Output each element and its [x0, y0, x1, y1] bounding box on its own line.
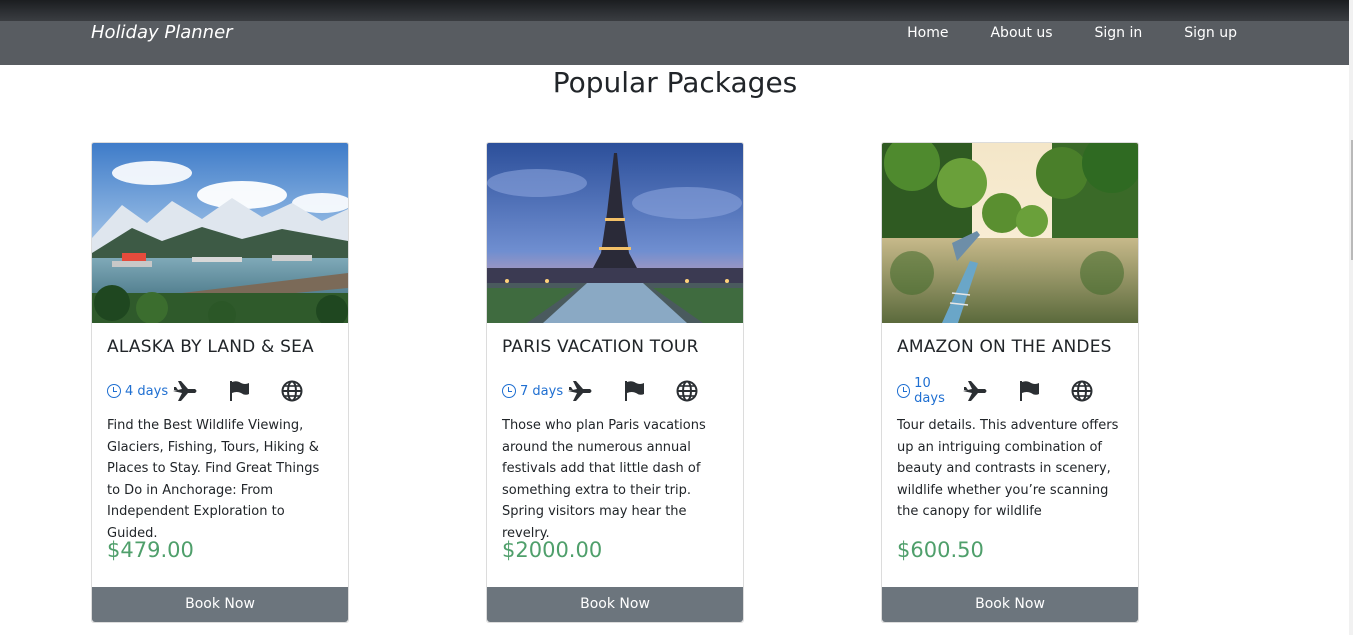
- package-card-paris: PARIS VACATION TOUR 7 days Those who pla…: [486, 142, 744, 623]
- nav-link-sign-up[interactable]: Sign up: [1163, 25, 1237, 41]
- paris-image: [487, 143, 743, 323]
- flag-icon: [228, 379, 251, 403]
- nav-link-sign-in[interactable]: Sign in: [1074, 25, 1164, 41]
- duration: 4 days: [107, 384, 172, 399]
- flag-icon: [1018, 379, 1041, 403]
- duration-text: 7 days: [520, 383, 564, 399]
- card-description: Tour details. This adventure offers up a…: [897, 418, 1119, 519]
- book-now-button[interactable]: Book Now: [487, 587, 743, 622]
- duration-text: 4 days: [125, 383, 169, 399]
- book-now-button[interactable]: Book Now: [92, 587, 348, 622]
- duration-text: 10 days: [914, 376, 945, 406]
- amazon-image: [882, 143, 1138, 323]
- card-meta: 10 days: [897, 376, 1123, 406]
- card-meta: 7 days: [502, 379, 728, 403]
- card-price: $479.00: [107, 538, 194, 562]
- package-card-amazon: AMAZON ON THE ANDES 10 days Tour details…: [881, 142, 1139, 623]
- card-title: PARIS VACATION TOUR: [502, 337, 699, 357]
- brand-logo[interactable]: Holiday Planner: [91, 22, 233, 43]
- alaska-image: [92, 143, 348, 323]
- globe-icon: [1070, 379, 1093, 403]
- nav-link-about-us[interactable]: About us: [969, 25, 1073, 41]
- clock-icon: [502, 384, 516, 398]
- card-title: ALASKA BY LAND & SEA: [107, 337, 314, 357]
- clock-icon: [897, 384, 911, 398]
- globe-icon: [280, 379, 303, 403]
- plane-icon: [567, 379, 593, 403]
- plane-icon: [172, 379, 198, 403]
- globe-icon: [675, 379, 698, 403]
- card-title: AMAZON ON THE ANDES: [897, 337, 1112, 357]
- card-description: Find the Best Wildlife Viewing, Glaciers…: [107, 418, 320, 541]
- card-meta: 4 days: [107, 379, 333, 403]
- navbar: Holiday Planner Home About us Sign in Si…: [0, 21, 1353, 65]
- book-now-button[interactable]: Book Now: [882, 587, 1138, 622]
- duration: 7 days: [502, 384, 567, 399]
- page-title: Popular Packages: [552, 66, 798, 99]
- header-background-strip: [0, 0, 1353, 21]
- flag-icon: [623, 379, 646, 403]
- clock-icon: [107, 384, 121, 398]
- nav-links: Home About us Sign in Sign up: [886, 25, 1237, 41]
- card-description: Those who plan Paris vacations around th…: [502, 418, 706, 541]
- package-card-alaska: ALASKA BY LAND & SEA 4 days Find the Bes…: [91, 142, 349, 623]
- card-price: $600.50: [897, 538, 984, 562]
- duration: 10 days: [897, 376, 962, 406]
- card-price: $2000.00: [502, 538, 603, 562]
- nav-link-home[interactable]: Home: [886, 25, 969, 41]
- plane-icon: [962, 379, 988, 403]
